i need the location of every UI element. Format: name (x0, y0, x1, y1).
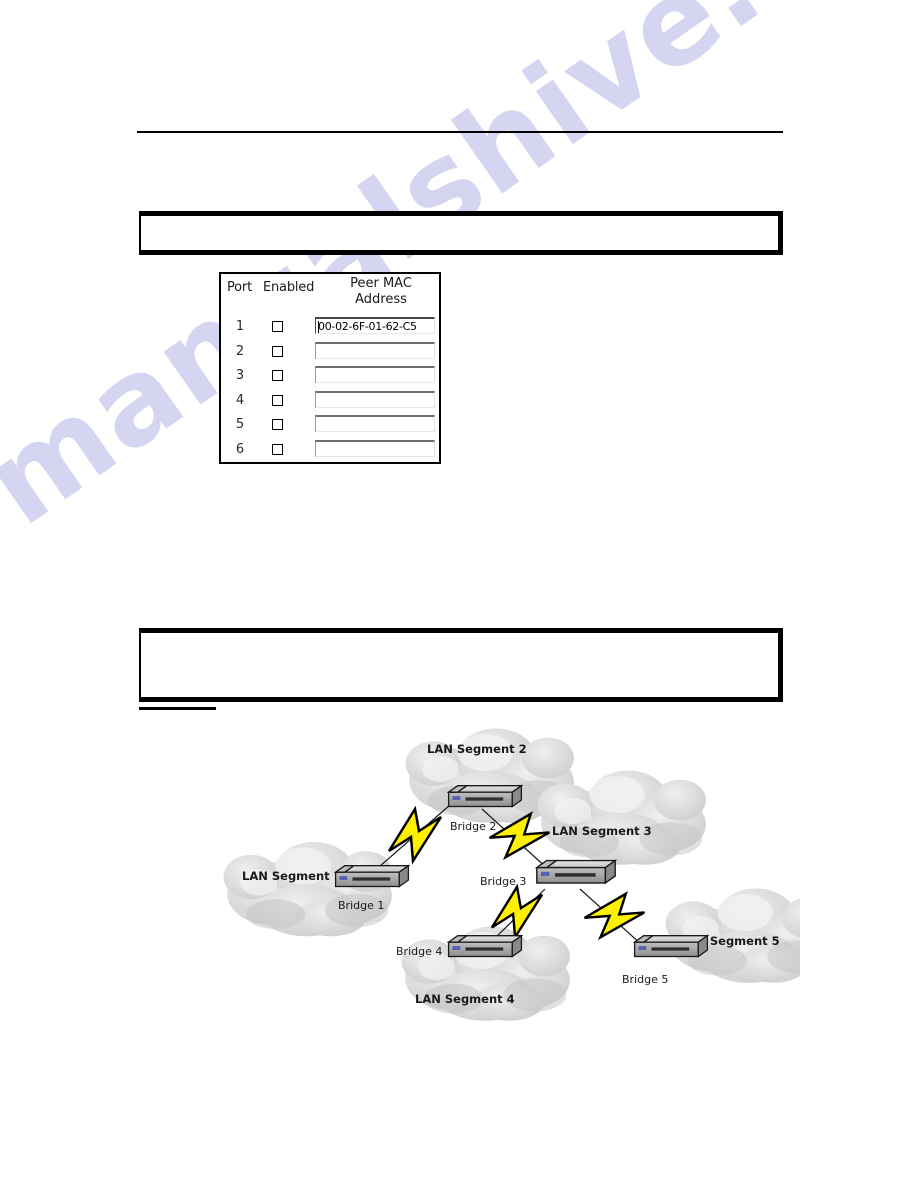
port-number: 6 (235, 441, 245, 457)
lan-segment-2-label: LAN Segment 2 (427, 742, 527, 756)
peer-mac-value-port-6 (316, 442, 434, 443)
enabled-checkbox-port-6[interactable] (272, 443, 283, 455)
peer-mac-value-port-2 (316, 344, 434, 345)
enabled-checkbox-port-2[interactable] (272, 345, 283, 357)
port-number: 2 (235, 343, 245, 359)
bridge-5-label: Bridge 5 (622, 973, 668, 986)
peer-mac-value-port-3 (316, 368, 434, 369)
table-row: 5 (221, 414, 439, 439)
page-header-rule (137, 131, 783, 133)
column-header-port: Port (227, 280, 252, 295)
network-topology-diagram: LAN Segment 1 LAN Segment 2 LAN Segment … (200, 705, 800, 1025)
peer-mac-input-port-1[interactable]: 00-02-6F-01-62-C5 (315, 317, 435, 334)
port-number: 4 (235, 392, 245, 408)
lan-segment-3-label: LAN Segment 3 (552, 824, 652, 838)
table-row: 1 00-02-6F-01-62-C5 (221, 316, 439, 341)
bridge-2-label: Bridge 2 (450, 820, 496, 833)
bridge-4-device: Bridge 4 (396, 935, 523, 958)
peer-mac-value-port-1: 00-02-6F-01-62-C5 (318, 320, 417, 333)
column-header-enabled: Enabled (263, 280, 315, 295)
port-number: 3 (235, 368, 245, 383)
peer-mac-input-port-3[interactable] (315, 366, 435, 383)
lan-segment-3-cloud: LAN Segment 3 (537, 770, 706, 865)
peer-mac-input-port-2[interactable] (315, 341, 435, 359)
table-row: 4 (221, 390, 439, 415)
column-header-peer-mac-line2: Address (355, 292, 407, 307)
peer-mac-input-port-4[interactable] (315, 390, 435, 408)
figure-caption-2-text (141, 633, 778, 645)
peer-mac-input-port-6[interactable] (315, 439, 435, 457)
table-row: 3 (221, 365, 439, 390)
bridge-1-label: Bridge 1 (338, 899, 384, 912)
bridge-3-device: Bridge 3 (480, 859, 616, 888)
document-page: manualshive.com Port Enabled Peer MAC Ad… (0, 0, 918, 1188)
lan-segment-1-label: LAN Segment 1 (242, 869, 342, 883)
enabled-checkbox-port-3[interactable] (272, 370, 283, 381)
watermark-text: manualshive.com (0, 0, 918, 552)
text-caret (318, 321, 319, 333)
bridge-3-label: Bridge 3 (480, 875, 526, 888)
peer-mac-input-port-5[interactable] (315, 415, 435, 432)
port-configuration-table: Port Enabled Peer MAC Address 1 00-02-6F… (219, 272, 441, 464)
port-number: 5 (235, 417, 245, 432)
port-number: 1 (235, 319, 245, 334)
bridge-4-label: Bridge 4 (396, 945, 442, 958)
lan-segment-1-cloud: LAN Segment 1 (223, 841, 392, 937)
figure-caption-box-1 (139, 211, 783, 255)
column-header-peer-mac-address: Peer MAC Address (325, 276, 437, 308)
link-bolt-b1-b2 (387, 807, 443, 863)
figure-caption-1-text (141, 216, 778, 228)
peer-mac-value-port-4 (316, 393, 434, 394)
lan-segment-4-label: LAN Segment 4 (415, 992, 515, 1006)
port-table-header: Port Enabled Peer MAC Address (221, 274, 439, 316)
peer-mac-value-port-5 (316, 417, 434, 418)
table-row: 2 (221, 341, 439, 366)
table-row: 6 (221, 439, 439, 464)
enabled-checkbox-port-5[interactable] (272, 419, 283, 430)
column-header-peer-mac-line1: Peer MAC (350, 276, 412, 291)
enabled-checkbox-port-1[interactable] (272, 321, 283, 332)
enabled-checkbox-port-4[interactable] (272, 394, 283, 406)
figure-caption-box-2 (139, 628, 783, 702)
